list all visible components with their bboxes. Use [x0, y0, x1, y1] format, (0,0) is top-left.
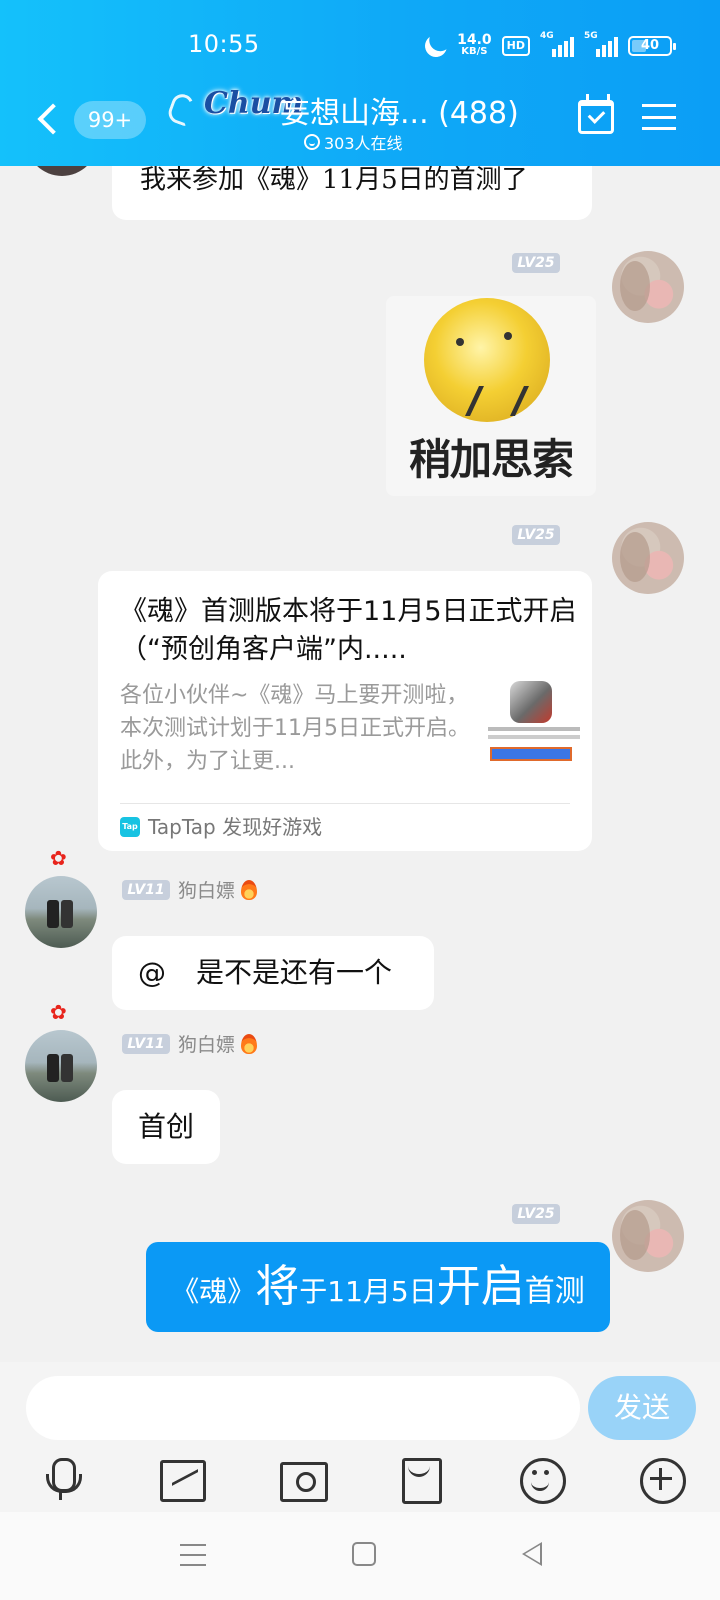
link-card[interactable]: 《魂》首测版本将于11月5日正式开启（“预创角客户端”内..... 各位小伙伴~…: [98, 571, 592, 851]
input-toolbar: [0, 1450, 720, 1508]
camera-icon[interactable]: [278, 1456, 328, 1502]
message-text-part: 将: [255, 1261, 300, 1312]
ear-icon[interactable]: [165, 91, 197, 127]
network-speed-value: 14.0: [457, 32, 492, 48]
sender-nickname-text: 狗白嫖: [178, 1034, 236, 1056]
system-nav-bar: [0, 1512, 720, 1600]
avatar[interactable]: [612, 251, 684, 323]
signal-5g-icon: 5G: [584, 31, 618, 57]
fire-icon: [241, 1033, 258, 1054]
message-bubble[interactable]: @ 是不是还有一个: [112, 936, 434, 1010]
online-count: 303人在线: [324, 134, 403, 153]
red-packet-icon[interactable]: [396, 1456, 442, 1504]
mic-icon[interactable]: [38, 1456, 84, 1502]
nav-menu-icon[interactable]: [180, 1544, 206, 1566]
input-area: 发送: [0, 1362, 720, 1512]
signal-5g-label: 5G: [584, 31, 598, 41]
unread-count-badge[interactable]: 99+: [74, 101, 146, 139]
avatar[interactable]: [612, 1200, 684, 1272]
avatar[interactable]: [612, 522, 684, 594]
network-speed: 14.0 KB/S: [457, 32, 492, 58]
flower-icon: ✿: [50, 846, 67, 870]
thumbnail-button: [490, 747, 572, 761]
message-text-part: 于11月5日: [299, 1275, 437, 1308]
link-card-description: 各位小伙伴~《魂》马上要开测啦，本次测试计划于11月5日正式开启。此外，为了让更…: [120, 683, 470, 774]
avatar[interactable]: [25, 1030, 97, 1102]
thinking-emoji-icon: [424, 298, 550, 422]
avatar[interactable]: [25, 876, 97, 948]
signal-4g-label: 4G: [540, 31, 554, 41]
fire-icon: [241, 879, 258, 900]
message-text-part: 《魂》: [171, 1275, 256, 1308]
sticker-caption: 稍加思索: [408, 435, 574, 484]
plus-icon[interactable]: [638, 1456, 686, 1504]
message-text: 是不是还有一个: [196, 956, 393, 989]
network-speed-unit: KB/S: [461, 46, 488, 57]
sender-nickname[interactable]: 狗白嫖: [178, 1030, 258, 1057]
calendar-check-icon[interactable]: [578, 94, 614, 134]
own-message-bubble[interactable]: 《魂》将于11月5日开启首测: [146, 1242, 610, 1332]
level-badge: LV25: [512, 1204, 560, 1224]
moon-icon: [422, 32, 450, 60]
link-card-title: 《魂》首测版本将于11月5日正式开启（“预创角客户端”内.....: [120, 596, 577, 665]
message-bubble[interactable]: 首创: [112, 1090, 220, 1164]
level-badge: LV11: [122, 880, 170, 900]
battery-icon: 40: [628, 36, 676, 56]
level-badge: LV11: [122, 1034, 170, 1054]
status-time: 10:55: [188, 30, 260, 58]
link-card-source-text: TapTap 发现好游戏: [148, 815, 323, 839]
sticker-image[interactable]: 稍加思索: [386, 296, 596, 496]
hd-badge: HD: [501, 36, 530, 56]
image-icon[interactable]: [158, 1456, 206, 1502]
nav-home-icon[interactable]: [352, 1542, 376, 1566]
nav-back-icon[interactable]: [522, 1542, 542, 1566]
taptap-icon: Tap: [120, 817, 140, 837]
mention-symbol: @: [138, 956, 166, 989]
online-status[interactable]: 303人在线: [304, 130, 403, 154]
menu-icon[interactable]: [642, 104, 676, 130]
back-arrow-icon[interactable]: [36, 100, 64, 140]
link-card-source: Tap TapTap 发现好游戏: [120, 811, 322, 843]
message-text-part: 开启: [436, 1261, 525, 1312]
sender-nickname-text: 狗白嫖: [178, 880, 236, 902]
level-badge: LV25: [512, 253, 560, 273]
game-app-icon: [510, 681, 552, 723]
link-card-thumbnail: [484, 679, 580, 775]
divider: [120, 803, 570, 804]
chat-header: 10:55 14.0 KB/S HD 4G 5G 40 99+ Chum 妄想山…: [0, 0, 720, 166]
flower-icon: ✿: [50, 1000, 67, 1024]
message-input[interactable]: [26, 1376, 580, 1440]
level-badge: LV25: [512, 525, 560, 545]
send-button[interactable]: 发送: [588, 1376, 696, 1440]
battery-level: 40: [640, 38, 660, 53]
smile-icon: [304, 134, 320, 150]
message-text-part: 首测: [524, 1274, 585, 1309]
group-title[interactable]: 妄想山海... (488): [280, 88, 519, 132]
emoji-icon[interactable]: [518, 1456, 566, 1504]
sender-nickname[interactable]: 狗白嫖: [178, 876, 258, 903]
status-icons: 14.0 KB/S HD 4G 5G 40: [422, 31, 676, 60]
signal-4g-icon: 4G: [540, 31, 574, 57]
